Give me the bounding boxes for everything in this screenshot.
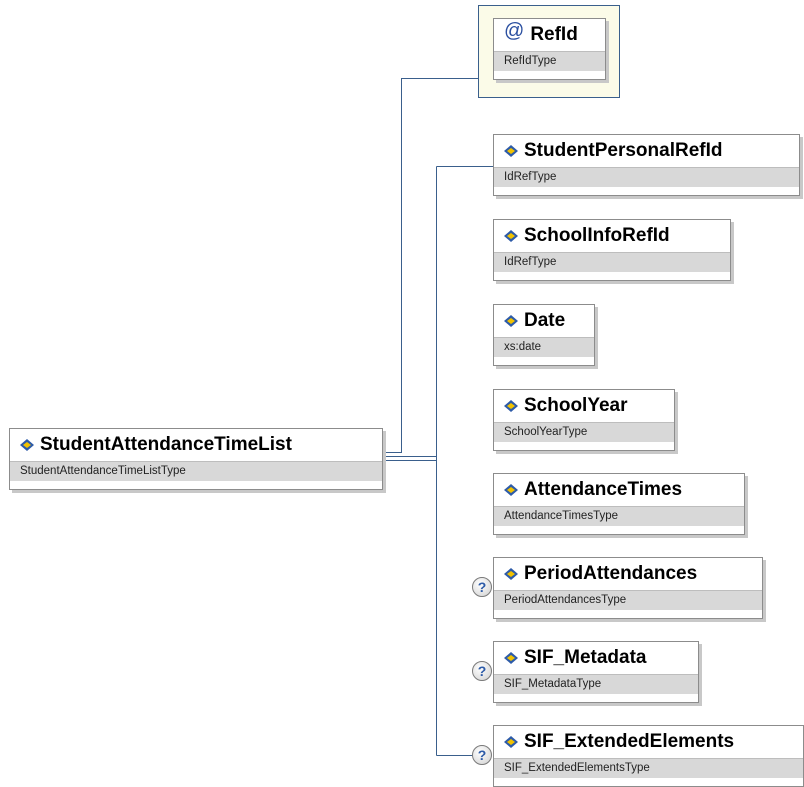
element-type: SIF_MetadataType: [494, 674, 698, 694]
element-icon: [504, 230, 518, 242]
element-icon: [504, 145, 518, 157]
element-name: SIF_Metadata: [524, 647, 647, 668]
element-type: xs:date: [494, 337, 594, 357]
element-icon: [504, 736, 518, 748]
element-type: SchoolYearType: [494, 422, 674, 442]
attribute-connector: [383, 78, 479, 453]
attribute-node-refid[interactable]: @ RefId RefIdType: [493, 18, 606, 80]
root-element-node[interactable]: StudentAttendanceTimeList StudentAttenda…: [9, 428, 383, 490]
element-type: AttendanceTimesType: [494, 506, 744, 526]
optional-marker-icon: ?: [472, 661, 492, 681]
element-name: StudentPersonalRefId: [524, 140, 723, 161]
element-icon: [504, 652, 518, 664]
attribute-at-icon: @: [504, 20, 525, 42]
element-icon: [504, 400, 518, 412]
element-node-date[interactable]: Date xs:date: [493, 304, 595, 366]
element-type: IdRefType: [494, 167, 799, 187]
element-type: SIF_ExtendedElementsType: [494, 758, 803, 778]
root-element-type: StudentAttendanceTimeListType: [10, 461, 382, 481]
element-node-sif-metadata[interactable]: SIF_Metadata SIF_MetadataType: [493, 641, 699, 703]
element-node-attendancetimes[interactable]: AttendanceTimes AttendanceTimesType: [493, 473, 745, 535]
element-node-periodattendances[interactable]: PeriodAttendances PeriodAttendancesType: [493, 557, 763, 619]
element-name: SchoolYear: [524, 395, 628, 416]
element-name: PeriodAttendances: [524, 563, 698, 584]
element-icon: [504, 484, 518, 496]
attribute-name: RefId: [530, 24, 578, 45]
element-name: SIF_ExtendedElements: [524, 731, 735, 752]
element-name: Date: [524, 310, 566, 331]
element-node-schoolyear[interactable]: SchoolYear SchoolYearType: [493, 389, 675, 451]
optional-marker-icon: ?: [472, 745, 492, 765]
element-icon: [504, 568, 518, 580]
element-icon: [20, 439, 34, 451]
element-node-sif-extendedelements[interactable]: SIF_ExtendedElements SIF_ExtendedElements…: [493, 725, 804, 787]
root-element-name: StudentAttendanceTimeList: [40, 434, 292, 455]
element-type: IdRefType: [494, 252, 730, 272]
element-node-studentpersonalrefid[interactable]: StudentPersonalRefId IdRefType: [493, 134, 800, 196]
element-node-schoolinforefid[interactable]: SchoolInfoRefId IdRefType: [493, 219, 731, 281]
element-name: SchoolInfoRefId: [524, 225, 670, 246]
element-type: PeriodAttendancesType: [494, 590, 762, 610]
attribute-type: RefIdType: [494, 51, 605, 71]
element-name: AttendanceTimes: [524, 479, 683, 500]
element-icon: [504, 315, 518, 327]
optional-marker-icon: ?: [472, 577, 492, 597]
